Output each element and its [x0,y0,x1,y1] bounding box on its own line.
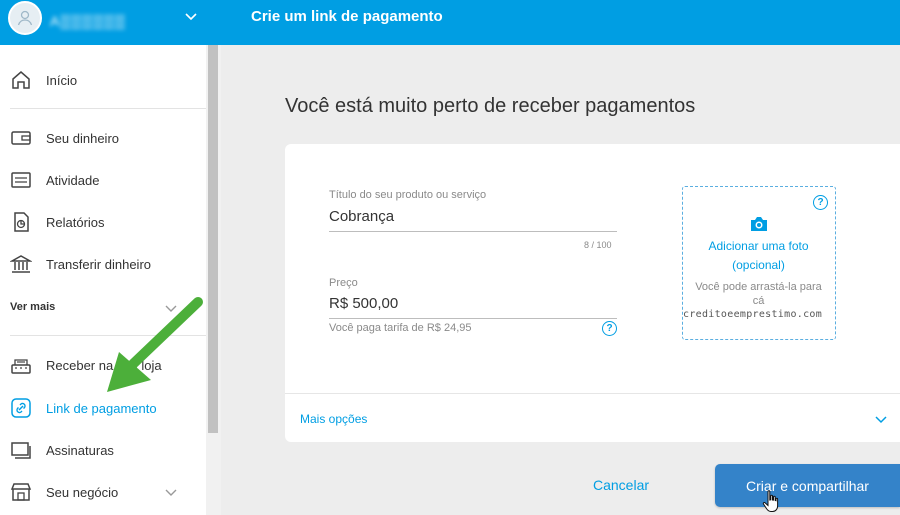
price-label: Preço [329,277,358,289]
sidebar-item-label: Assinaturas [46,442,114,458]
sidebar-item-label: Relatórios [46,214,105,230]
divider [285,393,900,394]
top-bar: Crie um link de pagamento [221,0,900,45]
help-icon[interactable]: ? [813,195,828,210]
divider [10,108,206,109]
character-counter: 8 / 100 [584,240,612,250]
sidebar-item-inicio[interactable]: Início [0,62,206,98]
wallet-icon [9,126,33,150]
sidebar-item-label: Link de pagamento [46,400,157,416]
drag-hint: Você pode arrastá-la para [695,281,822,293]
avatar[interactable] [8,1,42,35]
camera-icon [751,217,767,231]
account-header[interactable]: A▒▒▒▒▒▒ [0,0,221,45]
sidebar-item-label: Seu negócio [46,484,119,500]
sidebar-item-label: Início [46,72,78,88]
divider [10,335,206,336]
sidebar-item-seu-dinheiro[interactable]: Seu dinheiro [0,120,206,156]
price-underline [329,318,617,319]
sidebar: A▒▒▒▒▒▒ Início Seu dinheiro Atividade Re… [0,0,221,515]
page-heading: Você está muito perto de receber pagamen… [285,95,696,117]
sidebar-item-label: Receber na sua loja [46,357,162,373]
cash-register-icon [9,353,33,377]
product-title-input[interactable]: Cobrança [329,208,394,225]
home-icon [9,68,33,92]
hand-cursor-icon [762,490,779,512]
sidebar-item-label: Seu dinheiro [46,130,119,146]
product-title-underline [329,231,617,232]
section-ver-mais[interactable]: Ver mais [10,301,55,313]
store-icon [9,480,33,504]
user-icon [17,10,33,26]
sidebar-item-relatorios[interactable]: Relatórios [0,204,206,240]
sidebar-item-receber-loja[interactable]: Receber na sua loja [0,347,206,383]
product-title-label: Título do seu produto ou serviço [329,189,487,201]
chevron-down-icon[interactable] [164,301,178,315]
subscriptions-icon [9,438,33,462]
report-icon [9,210,33,234]
activity-icon [9,168,33,192]
chevron-down-icon[interactable] [183,8,199,24]
watermark-text: creditoeemprestimo.com [683,309,823,320]
sidebar-item-transferir[interactable]: Transferir dinheiro [0,246,206,282]
cancel-button[interactable]: Cancelar [578,470,664,500]
bank-icon [9,252,33,276]
drag-hint-cont: cá [752,295,765,307]
create-and-share-button[interactable]: Criar e compartilhar [715,464,900,507]
sidebar-scrollbar-thumb[interactable] [208,45,218,433]
sidebar-item-link-pagamento[interactable]: Link de pagamento [0,390,206,426]
more-options-toggle[interactable]: Mais opções [300,412,367,426]
link-icon [9,396,33,420]
chevron-down-icon[interactable] [164,485,178,499]
chevron-down-icon[interactable] [874,412,888,426]
add-photo-optional: (opcional) [732,258,785,272]
sidebar-item-assinaturas[interactable]: Assinaturas [0,432,206,468]
help-icon[interactable]: ? [602,321,617,336]
sidebar-item-label: Atividade [46,172,100,188]
fee-note: Você paga tarifa de R$ 24,95 [329,322,472,334]
page-title: Crie um link de pagamento [251,8,443,25]
sidebar-item-label: Transferir dinheiro [46,256,152,272]
user-name: A▒▒▒▒▒▒ [50,13,126,29]
add-photo-link[interactable]: Adicionar uma foto [683,237,834,256]
price-input[interactable]: R$ 500,00 [329,295,398,312]
sidebar-item-atividade[interactable]: Atividade [0,162,206,198]
